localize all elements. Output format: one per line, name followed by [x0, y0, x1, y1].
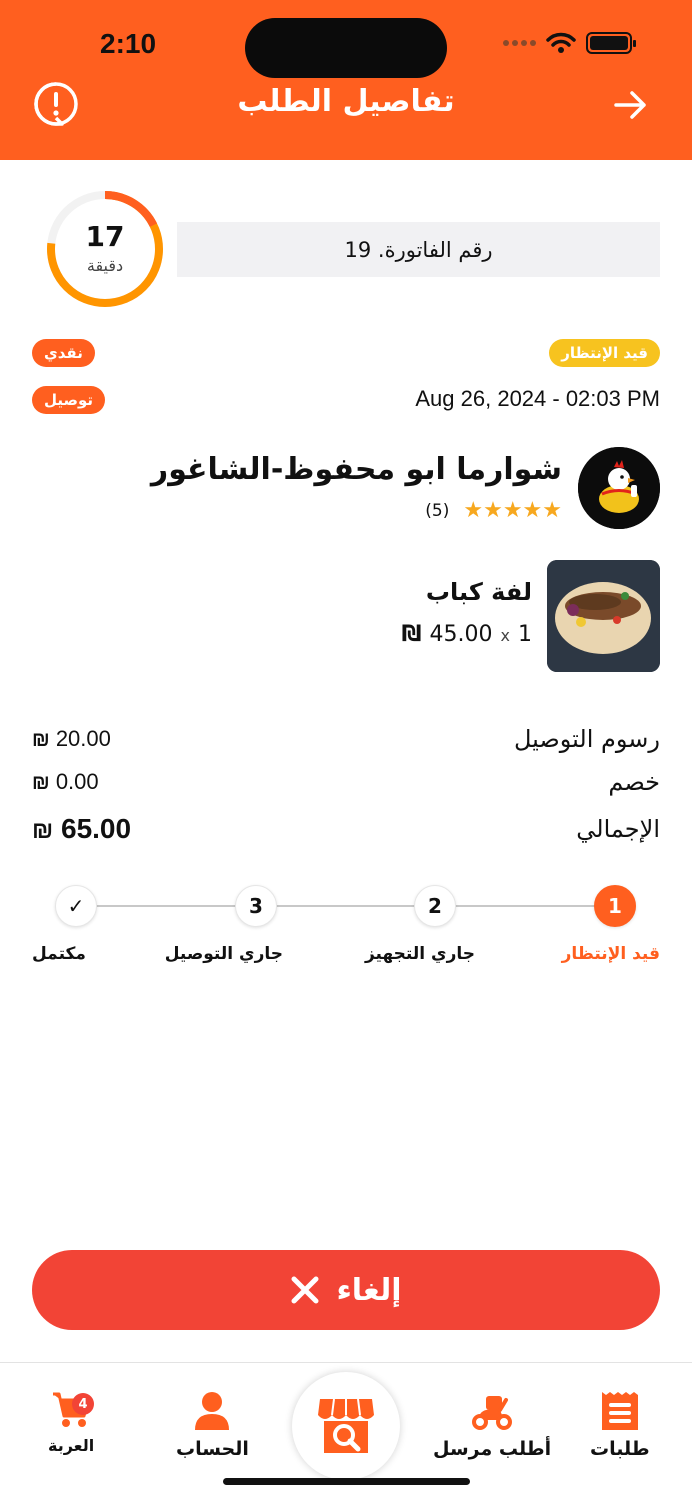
delivery-fee-label: رسوم التوصيل: [513, 725, 660, 753]
restaurant-logo[interactable]: [578, 447, 660, 529]
tab-account-label: الحساب: [176, 1438, 249, 1460]
user-icon: [195, 1392, 230, 1430]
receipt-icon: [601, 1392, 638, 1430]
delivery-type-badge: توصيل: [32, 386, 106, 414]
chicken-logo-icon: [578, 447, 660, 529]
home-indicator: [223, 1478, 470, 1485]
total-value: ₪ 65.00: [32, 813, 132, 844]
tab-account[interactable]: الحساب: [176, 1390, 249, 1460]
timer-minutes: 17: [85, 220, 125, 253]
item-times: x: [500, 626, 510, 645]
step-preparing-label: جاري التجهيز: [364, 944, 475, 964]
delivery-fee-value: ₪ 20.00: [32, 726, 111, 751]
status-time: 2:10: [100, 28, 157, 59]
payment-badge: نقدي: [32, 339, 95, 367]
wifi-icon: [546, 32, 576, 53]
tab-orders[interactable]: طلبات: [590, 1390, 650, 1460]
check-icon: ✓: [55, 885, 97, 927]
restaurant-name[interactable]: شوارما ابو محفوظ-الشاغور: [151, 452, 562, 487]
total-label: الإجمالي: [576, 815, 660, 843]
tab-courier-label: أطلب مرسل: [433, 1438, 552, 1460]
order-datetime: Aug 26, 2024 - 02:03 PM: [415, 386, 660, 411]
rating-stars: ★★★★★: [463, 498, 562, 523]
cart-count-badge: 4: [72, 1393, 94, 1415]
step-pending-label: قيد الإنتظار: [561, 944, 660, 964]
tab-orders-label: طلبات: [590, 1438, 650, 1460]
progress-track: [75, 905, 615, 907]
step-preparing: 2: [414, 885, 456, 927]
step-delivering-label: جاري التوصيل: [164, 944, 283, 964]
item-currency: ₪: [401, 622, 422, 647]
page-title: تفاصيل الطلب: [237, 84, 455, 119]
step-delivering: 3: [235, 885, 277, 927]
item-name: لفة كباب: [425, 578, 532, 606]
signal-icon: [503, 40, 536, 46]
status-icons: [503, 32, 636, 54]
timer-unit: دقيقة: [86, 256, 124, 275]
cancel-label: إلغاء: [336, 1272, 402, 1308]
tab-cart-label: العربة: [48, 1436, 95, 1455]
dynamic-island: [245, 18, 447, 78]
item-quantity: 1: [518, 622, 532, 647]
item-price-line: ₪ 45.00 x 1: [402, 622, 532, 647]
cancel-button[interactable]: إلغاء: [32, 1250, 660, 1330]
discount-value: ₪ 0.00: [32, 769, 99, 794]
item-price: 45.00: [429, 622, 493, 647]
close-icon: [291, 1276, 319, 1304]
status-badge: قيد الإنتظار: [549, 339, 660, 367]
tab-courier[interactable]: أطلب مرسل: [433, 1390, 551, 1460]
restaurant-rating: (5) ★★★★★: [425, 498, 562, 523]
scooter-icon: [472, 1396, 513, 1430]
step-complete-label: مكتمل: [32, 944, 86, 964]
battery-icon: [586, 32, 636, 54]
item-image: [547, 560, 660, 672]
store-search-icon: [318, 1398, 374, 1453]
rating-count: (5): [425, 500, 450, 521]
discount-label: خصم: [608, 768, 660, 796]
arrow-right-icon[interactable]: [612, 86, 650, 124]
step-pending: 1: [594, 885, 636, 927]
invoice-number: رقم الفاتورة. 19: [177, 222, 660, 277]
store-search-button[interactable]: [292, 1372, 400, 1480]
